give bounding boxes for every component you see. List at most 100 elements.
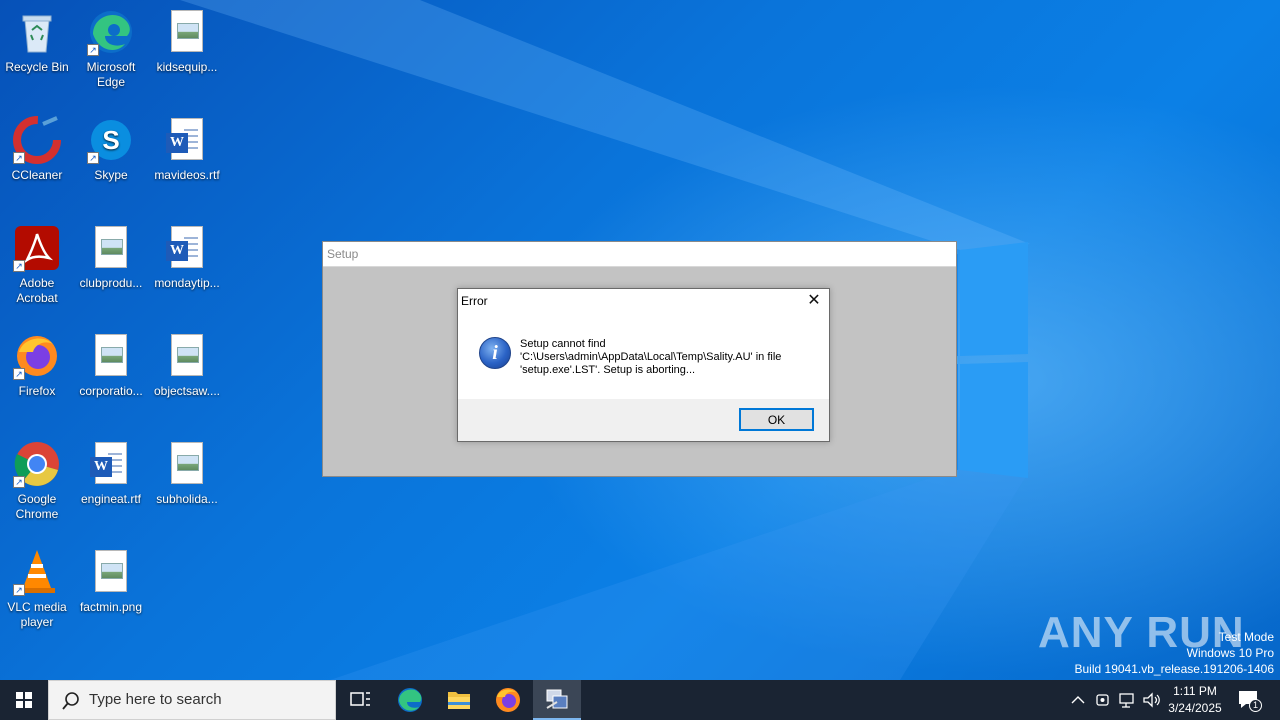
clock-date: 3/24/2025 <box>1168 701 1222 715</box>
desktop-icon-clubprodu[interactable]: clubprodu... <box>74 224 148 291</box>
desktop-icon-mavideos[interactable]: W mavideos.rtf <box>150 116 224 183</box>
desktop-icon-engineat[interactable]: W engineat.rtf <box>74 440 148 507</box>
desktop-icon-subholida[interactable]: subholida... <box>150 440 224 507</box>
corporatio-label: corporatio... <box>79 384 143 398</box>
vlc-cone-icon: ↗ <box>13 548 61 596</box>
network-icon[interactable] <box>1118 691 1136 709</box>
ccleaner-icon: ↗ <box>13 116 61 164</box>
notification-center-button[interactable]: 1 <box>1236 688 1262 712</box>
error-message-line: 'setup.exe'.LST'. Setup is aborting... <box>520 364 696 376</box>
shortcut-arrow-icon: ↗ <box>87 44 99 56</box>
chevron-up-icon[interactable] <box>1068 692 1088 708</box>
image-file-icon <box>87 332 135 380</box>
google-chrome-icon: ↗ <box>13 440 61 488</box>
desktop-icon-factmin[interactable]: factmin.png <box>74 548 148 615</box>
mondaytip-label: mondaytip... <box>154 276 220 290</box>
taskbar-setup-button[interactable] <box>533 680 581 720</box>
shortcut-arrow-icon: ↗ <box>13 476 25 488</box>
shortcut-arrow-icon: ↗ <box>13 584 25 596</box>
desktop-icon-corporatio[interactable]: corporatio... <box>74 332 148 399</box>
adobe-acrobat-label: Adobe Acrobat <box>16 276 58 305</box>
image-file-icon <box>163 332 211 380</box>
mavideos-label: mavideos.rtf <box>154 168 220 182</box>
shortcut-arrow-icon: ↗ <box>13 260 25 272</box>
taskbar-file-explorer-button[interactable] <box>435 680 483 720</box>
setup-installer-icon <box>546 689 568 709</box>
firefox-icon <box>496 688 520 712</box>
desktop-icon-recycle-bin[interactable]: Recycle Bin <box>0 8 74 75</box>
kidsequip-label: kidsequip... <box>156 60 218 74</box>
windows-edition-text: Windows 10 Pro <box>1186 646 1274 660</box>
search-placeholder: Type here to search <box>89 691 222 708</box>
skype-label: Skype <box>94 168 128 182</box>
subholida-label: subholida... <box>156 492 218 506</box>
task-view-icon <box>350 692 370 706</box>
clock-time: 1:11 PM <box>1173 684 1217 698</box>
objectsaw-label: objectsaw.... <box>153 384 221 398</box>
word-document-icon: W <box>163 116 211 164</box>
windows-watermark: Test Mode Windows 10 Pro Build 19041.vb_… <box>1075 629 1275 677</box>
test-mode-text: Test Mode <box>1218 630 1274 644</box>
meet-now-icon[interactable] <box>1094 691 1112 709</box>
task-view-button[interactable] <box>336 680 384 720</box>
taskbar-edge-button[interactable] <box>386 680 434 720</box>
desktop-icon-objectsaw[interactable]: objectsaw.... <box>150 332 224 399</box>
desktop-icon-microsoft-edge[interactable]: ↗ Microsoft Edge <box>74 8 148 90</box>
error-dialog[interactable]: Error ✕ i Setup cannot find 'C:\Users\ad… <box>457 288 830 442</box>
recycle-bin-icon <box>13 8 61 56</box>
error-message-line: 'C:\Users\admin\AppData\Local\Temp\Salit… <box>520 351 782 363</box>
edge-icon <box>398 688 422 712</box>
taskbar-search-box[interactable]: Type here to search <box>48 680 336 720</box>
desktop: Recycle Bin ↗ CCleaner ↗ Adobe Acrobat ↗… <box>0 0 1280 680</box>
google-chrome-label: Google Chrome <box>15 492 59 521</box>
firefox-icon: ↗ <box>13 332 61 380</box>
desktop-icon-vlc[interactable]: ↗ VLC media player <box>0 548 74 630</box>
svg-text:S: S <box>102 125 119 155</box>
microsoft-edge-label: Microsoft Edge <box>86 60 136 89</box>
folder-icon <box>448 692 470 709</box>
desktop-icon-kidsequip[interactable]: kidsequip... <box>150 8 224 75</box>
error-message-line: Setup cannot find <box>520 338 606 350</box>
shortcut-arrow-icon: ↗ <box>13 368 25 380</box>
build-text: Build 19041.vb_release.191206-1406 <box>1074 662 1275 676</box>
desktop-icon-skype[interactable]: S ↗ Skype <box>74 116 148 183</box>
engineat-label: engineat.rtf <box>80 492 142 506</box>
close-icon[interactable]: ✕ <box>805 292 823 310</box>
taskbar-firefox-button[interactable] <box>484 680 532 720</box>
shortcut-arrow-icon: ↗ <box>87 152 99 164</box>
error-dialog-body: i Setup cannot find 'C:\Users\admin\AppD… <box>458 313 829 399</box>
start-button[interactable] <box>0 680 48 720</box>
image-file-icon <box>163 8 211 56</box>
desktop-icon-mondaytip[interactable]: W mondaytip... <box>150 224 224 291</box>
desktop-icon-google-chrome[interactable]: ↗ Google Chrome <box>0 440 74 522</box>
volume-icon[interactable] <box>1141 691 1161 709</box>
recycle-bin-label: Recycle Bin <box>5 60 69 74</box>
ok-button[interactable]: OK <box>739 408 814 431</box>
word-document-icon: W <box>87 440 135 488</box>
error-dialog-titlebar[interactable]: Error ✕ <box>458 289 829 313</box>
clubprodu-label: clubprodu... <box>79 276 143 290</box>
error-dialog-title: Error <box>461 294 488 308</box>
adobe-acrobat-icon: ↗ <box>13 224 61 272</box>
taskbar: Type here to search 1:11 PM 3/24/2025 1 <box>0 680 1280 720</box>
firefox-label: Firefox <box>18 384 56 398</box>
notification-count-badge: 1 <box>1249 699 1262 712</box>
setup-window-title[interactable]: Setup <box>323 242 956 267</box>
factmin-label: factmin.png <box>79 600 143 614</box>
desktop-icon-ccleaner[interactable]: ↗ CCleaner <box>0 116 74 183</box>
vlc-label: VLC media player <box>7 600 67 629</box>
error-message: Setup cannot find 'C:\Users\admin\AppDat… <box>520 338 820 377</box>
image-file-icon <box>87 548 135 596</box>
skype-icon: S ↗ <box>87 116 135 164</box>
desktop-icon-adobe-acrobat[interactable]: ↗ Adobe Acrobat <box>0 224 74 306</box>
edge-icon: ↗ <box>87 8 135 56</box>
taskbar-clock[interactable]: 1:11 PM 3/24/2025 <box>1160 683 1230 717</box>
windows-logo-icon <box>16 692 32 708</box>
desktop-icon-firefox[interactable]: ↗ Firefox <box>0 332 74 399</box>
word-document-icon: W <box>163 224 211 272</box>
info-icon: i <box>479 337 511 369</box>
shortcut-arrow-icon: ↗ <box>13 152 25 164</box>
search-icon <box>62 692 79 710</box>
image-file-icon <box>87 224 135 272</box>
ccleaner-label: CCleaner <box>11 168 63 182</box>
